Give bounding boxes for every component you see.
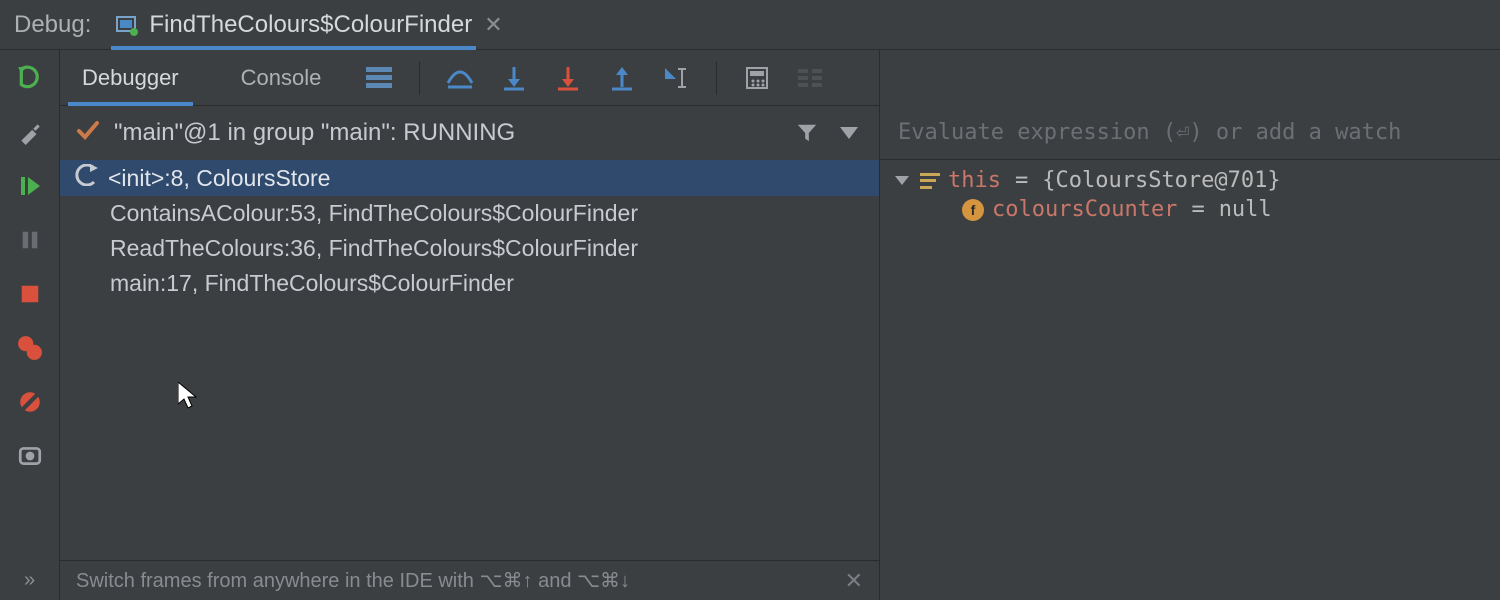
variable-name: this: [948, 168, 1001, 193]
run-config-name: FindTheColours$ColourFinder: [149, 11, 472, 39]
variable-row[interactable]: f coloursCounter = null: [892, 195, 1488, 224]
frames-panel: Debugger Console: [60, 50, 880, 600]
tip-close-icon[interactable]: ✕: [845, 568, 863, 594]
drop-frame-icon: [74, 164, 98, 192]
variable-row[interactable]: this = {ColoursStore@701}: [892, 166, 1488, 195]
stack-frame[interactable]: ReadTheColours:36, FindTheColours$Colour…: [60, 231, 879, 266]
evaluate-expression-button[interactable]: [739, 60, 775, 96]
run-to-cursor-button[interactable]: [658, 60, 694, 96]
step-over-button[interactable]: [442, 60, 478, 96]
debug-left-toolbar: »: [0, 50, 60, 600]
stop-button[interactable]: [14, 278, 46, 310]
application-icon: [115, 13, 139, 37]
thread-selector[interactable]: "main"@1 in group "main": RUNNING: [60, 106, 879, 160]
object-icon: [920, 173, 940, 189]
check-icon: [76, 118, 100, 148]
variables-tree: this = {ColoursStore@701} f coloursCount…: [880, 160, 1500, 600]
mute-breakpoints-button[interactable]: [14, 386, 46, 418]
stack-frame[interactable]: main:17, FindTheColours$ColourFinder: [60, 266, 879, 301]
debug-body: » Debugger Console: [0, 50, 1500, 600]
equals-sign: =: [1015, 168, 1028, 193]
frame-label: main:17, FindTheColours$ColourFinder: [110, 270, 514, 297]
variable-value: null: [1219, 197, 1272, 222]
toolbar-separator: [716, 61, 717, 95]
variable-value: {ColoursStore@701}: [1042, 168, 1280, 193]
debug-label: Debug:: [14, 11, 91, 39]
tab-debugger[interactable]: Debugger: [60, 50, 201, 106]
filter-icon[interactable]: [793, 119, 821, 147]
thread-status-text: "main"@1 in group "main": RUNNING: [114, 119, 779, 147]
step-into-button[interactable]: [496, 60, 532, 96]
threads-view-icon[interactable]: [361, 60, 397, 96]
evaluate-expression-input-row[interactable]: [880, 106, 1500, 160]
resume-button[interactable]: [14, 170, 46, 202]
variable-name: coloursCounter: [992, 197, 1177, 222]
stack-frame[interactable]: ContainsAColour:53, FindTheColours$Colou…: [60, 196, 879, 231]
tip-text: Switch frames from anywhere in the IDE w…: [76, 568, 630, 593]
frame-label: ContainsAColour:53, FindTheColours$Colou…: [110, 200, 638, 227]
thread-dropdown-icon[interactable]: [835, 119, 863, 147]
variables-panel: this = {ColoursStore@701} f coloursCount…: [880, 50, 1500, 600]
tab-console[interactable]: Console: [219, 50, 344, 106]
debug-title-bar: Debug: FindTheColours$ColourFinder ✕: [0, 0, 1500, 50]
rerun-button[interactable]: [14, 62, 46, 94]
field-icon: f: [962, 199, 984, 221]
thread-dump-button[interactable]: [14, 440, 46, 472]
stack-frame[interactable]: <init>:8, ColoursStore: [60, 160, 879, 196]
force-step-into-button[interactable]: [550, 60, 586, 96]
view-breakpoints-button[interactable]: [14, 332, 46, 364]
mouse-cursor-icon: [178, 382, 200, 416]
run-config-tab[interactable]: FindTheColours$ColourFinder: [115, 0, 472, 50]
close-tab-icon[interactable]: ✕: [484, 12, 502, 38]
toolbar-separator: [419, 61, 420, 95]
frames-list: <init>:8, ColoursStore ContainsAColour:5…: [60, 160, 879, 560]
settings-button[interactable]: [14, 116, 46, 148]
debugger-tabs-row: Debugger Console: [60, 50, 879, 106]
tip-bar: Switch frames from anywhere in the IDE w…: [60, 560, 879, 600]
frame-label: <init>:8, ColoursStore: [108, 165, 330, 192]
trace-current-stream-button: [793, 60, 829, 96]
frame-label: ReadTheColours:36, FindTheColours$Colour…: [110, 235, 638, 262]
pause-button[interactable]: [14, 224, 46, 256]
more-tools-icon[interactable]: »: [24, 569, 35, 592]
evaluate-expression-input[interactable]: [898, 120, 1482, 145]
equals-sign: =: [1191, 197, 1204, 222]
chevron-down-icon[interactable]: [892, 168, 912, 193]
step-out-button[interactable]: [604, 60, 640, 96]
